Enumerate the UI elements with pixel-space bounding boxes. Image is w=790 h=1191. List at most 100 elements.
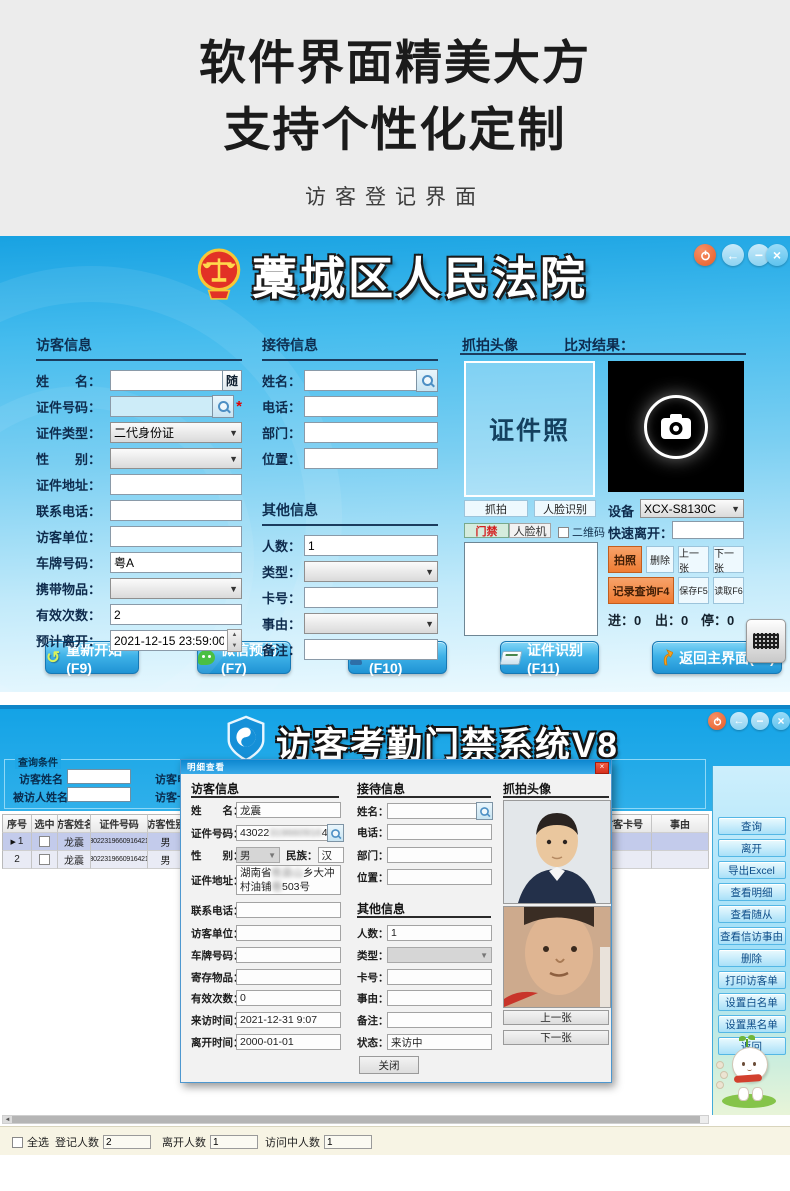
status-input[interactable] <box>387 1034 492 1050</box>
visit-time-input[interactable] <box>236 1012 341 1028</box>
col-header-id[interactable]: 证件号码 <box>91 814 148 833</box>
valid-count-input[interactable] <box>110 604 242 625</box>
address-value[interactable]: 湖南省攸县山乡大冲村油铺巷503号 <box>236 865 341 895</box>
delete-button[interactable]: 删除 <box>718 949 786 967</box>
view-detail-button[interactable]: 查看明细 <box>718 883 786 901</box>
device-select[interactable]: XCX-S8130C▼ <box>640 499 744 518</box>
id-address-input[interactable] <box>110 474 242 495</box>
dialog-prev-photo-button[interactable]: 上一张 <box>503 1010 609 1025</box>
id-search-button[interactable] <box>212 395 234 418</box>
phone-input[interactable] <box>110 500 242 521</box>
set-blacklist-button[interactable]: 设置黑名单 <box>718 1015 786 1033</box>
face-recognition-button[interactable]: 人脸识别 <box>534 500 596 517</box>
gender-select[interactable]: ▼ <box>110 448 242 469</box>
time-spinner[interactable]: ▲▼ <box>227 629 242 652</box>
view-companion-button[interactable]: 查看随从 <box>718 905 786 923</box>
id-search-button[interactable] <box>327 824 344 842</box>
qr-checkbox[interactable] <box>558 527 569 538</box>
horizontal-scrollbar[interactable]: ◄ <box>2 1115 709 1124</box>
take-photo-button[interactable]: 拍照 <box>608 546 642 573</box>
visitor-name-input[interactable] <box>110 370 223 391</box>
company-input[interactable] <box>110 526 242 547</box>
plate-input[interactable] <box>236 947 341 963</box>
company-input[interactable] <box>236 925 341 941</box>
scrollbar-thumb[interactable] <box>12 1116 700 1123</box>
id-number-input[interactable] <box>110 396 213 417</box>
deposit-input[interactable] <box>236 969 341 985</box>
valid-count-input[interactable] <box>236 990 341 1006</box>
depart-time-input[interactable] <box>110 630 228 651</box>
col-header-name[interactable]: 访客姓名 <box>58 814 91 833</box>
registered-count-input[interactable] <box>103 1135 151 1149</box>
dialog-close-action-button[interactable]: 关闭 <box>359 1056 419 1074</box>
phone-input[interactable] <box>236 902 341 918</box>
col-header-reason[interactable]: 事由 <box>652 814 709 833</box>
type-select[interactable]: ▼ <box>304 561 438 582</box>
query-interviewee-input[interactable] <box>67 787 131 802</box>
visiting-count-input[interactable] <box>324 1135 372 1149</box>
type-select[interactable]: ▼ <box>387 947 492 963</box>
col-header-select[interactable]: 选中 <box>32 814 58 833</box>
reception-name-input[interactable] <box>387 803 477 819</box>
power-button[interactable] <box>708 712 726 730</box>
power-button[interactable] <box>694 244 716 266</box>
card-input[interactable] <box>304 587 438 608</box>
dialog-next-photo-button[interactable]: 下一张 <box>503 1030 609 1045</box>
nation-input[interactable] <box>318 847 344 863</box>
device-list-box[interactable] <box>464 542 598 636</box>
items-select[interactable]: ▼ <box>110 578 242 599</box>
read-f6-button[interactable]: 读取F6 <box>713 577 744 604</box>
save-f5-button[interactable]: 保存F5 <box>678 577 709 604</box>
scroll-left-arrow-icon[interactable]: ◄ <box>3 1116 12 1123</box>
id-type-select[interactable]: 二代身份证▼ <box>110 422 242 443</box>
reception-search-button[interactable] <box>476 802 493 820</box>
reason-select[interactable]: ▼ <box>304 613 438 634</box>
export-excel-button[interactable]: 导出Excel <box>718 861 786 879</box>
left-count-input[interactable] <box>210 1135 258 1149</box>
back-button[interactable]: ← <box>730 712 748 730</box>
people-count-input[interactable] <box>304 535 438 556</box>
record-query-button[interactable]: 记录查询F4 <box>608 577 674 604</box>
quick-leave-input[interactable] <box>672 521 744 539</box>
reason-input[interactable] <box>387 990 492 1006</box>
close-button[interactable]: × <box>772 712 790 730</box>
gender-select[interactable]: 男▼ <box>236 847 280 863</box>
dialog-close-button[interactable]: × <box>595 762 609 774</box>
snap-button[interactable]: 抓拍 <box>464 500 528 517</box>
remark-input[interactable] <box>304 639 438 660</box>
reception-location-input[interactable] <box>304 448 438 469</box>
random-name-button[interactable]: 随 <box>222 370 242 391</box>
leave-button[interactable]: 离开 <box>718 839 786 857</box>
set-whitelist-button[interactable]: 设置白名单 <box>718 993 786 1011</box>
query-button[interactable]: 查询 <box>718 817 786 835</box>
delete-photo-button[interactable]: 删除 <box>646 546 674 573</box>
name-input[interactable] <box>236 802 341 818</box>
reception-dept-input[interactable] <box>304 422 438 443</box>
tab-door-access[interactable]: 门禁 <box>464 523 509 538</box>
reception-name-input[interactable] <box>304 370 417 391</box>
remark-input[interactable] <box>387 1012 492 1028</box>
next-photo-button[interactable]: 下一张 <box>713 546 744 573</box>
reception-location-input[interactable] <box>387 869 492 885</box>
view-petition-reason-button[interactable]: 查看信访事由 <box>718 927 786 945</box>
select-all-checkbox[interactable] <box>12 1137 23 1148</box>
row-checkbox[interactable] <box>39 854 50 865</box>
close-button[interactable]: × <box>766 244 788 266</box>
people-count-input[interactable] <box>387 925 492 941</box>
reception-phone-input[interactable] <box>304 396 438 417</box>
prev-photo-button[interactable]: 上一张 <box>678 546 709 573</box>
reception-phone-input[interactable] <box>387 824 492 840</box>
row-checkbox[interactable] <box>39 836 50 847</box>
leave-time-input[interactable] <box>236 1034 341 1050</box>
reception-dept-input[interactable] <box>387 847 492 863</box>
print-visitor-slip-button[interactable]: 打印访客单 <box>718 971 786 989</box>
back-button[interactable]: ← <box>722 244 744 266</box>
minimize-button[interactable]: − <box>751 712 769 730</box>
reception-search-button[interactable] <box>416 369 438 392</box>
id-number-value[interactable]: 430223196609164219 <box>236 825 328 841</box>
query-visitor-name-input[interactable] <box>67 769 131 784</box>
tab-face-machine[interactable]: 人脸机 <box>509 523 551 538</box>
dialog-titlebar[interactable]: 明细查看 <box>181 760 611 774</box>
virtual-keyboard-button[interactable] <box>746 619 786 663</box>
card-input[interactable] <box>387 969 492 985</box>
